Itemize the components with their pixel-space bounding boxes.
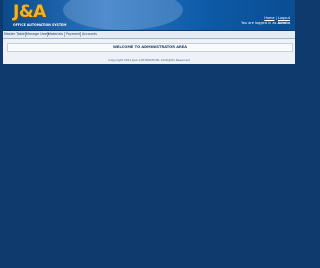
logo-title: J&A	[13, 2, 46, 22]
nav-item-master-tables[interactable]: Master Tables	[4, 32, 27, 37]
nav-separator	[64, 32, 65, 37]
nav-separator	[80, 32, 81, 37]
nav-item-materials[interactable]: Materials	[48, 32, 63, 37]
logged-in-row: You are logged in as Admin	[241, 21, 290, 26]
logout-link[interactable]: Logout	[278, 16, 290, 20]
nav-item-accounts[interactable]: Accounts	[82, 32, 97, 37]
home-link[interactable]: Home	[264, 16, 274, 20]
nav-item-manage-users[interactable]: Manage Users	[26, 32, 49, 37]
header-swoosh-decoration	[63, 0, 183, 30]
logged-in-label: You are logged in as	[241, 21, 277, 25]
app-logo[interactable]: J&A OFFICE AUTOMATION SYSTEM	[9, 2, 71, 28]
user-links-separator: |	[275, 16, 277, 20]
footer-copyright: Copyright 2011 J&A AUTOMATION. All Right…	[108, 58, 190, 62]
header-banner: J&A OFFICE AUTOMATION SYSTEM Home | Logo…	[3, 0, 295, 30]
user-area: Home | Logout You are logged in as Admin	[241, 16, 290, 26]
welcome-heading: WELCOME TO ADMINISTRATOR AREA	[7, 43, 293, 52]
main-nav-bar: Master Tables Manage Users Materials Pay…	[3, 31, 295, 39]
logged-in-username: Admin	[277, 21, 290, 25]
nav-item-payment[interactable]: Payment	[66, 32, 80, 37]
main-content: WELCOME TO ADMINISTRATOR AREA Copyright …	[3, 39, 295, 64]
logo-subtitle: OFFICE AUTOMATION SYSTEM	[13, 23, 67, 27]
